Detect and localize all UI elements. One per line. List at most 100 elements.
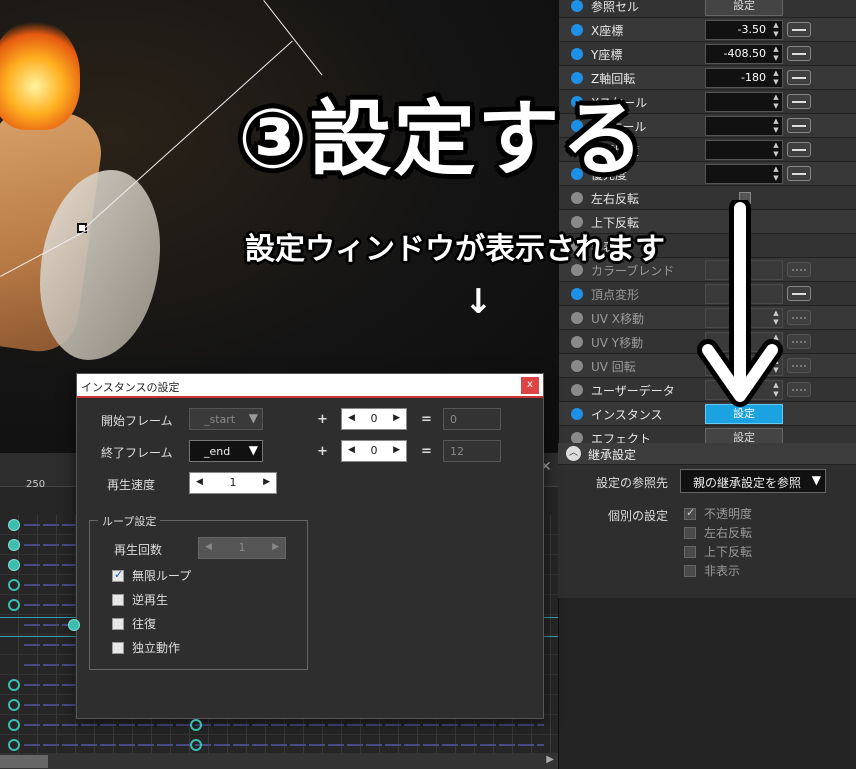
inherit-section-header[interactable]: ︿ 継承設定 [558,443,856,465]
guide-line [263,0,323,76]
keyframe-dot-icon[interactable] [571,360,583,372]
property-row[interactable]: Y座標 -408.50 ▲ ▼ [559,42,856,66]
end-frame-select[interactable]: _end ▼ [189,440,263,462]
spin-arrows-icon[interactable]: ▲ ▼ [771,93,781,111]
start-offset-stepper[interactable]: ◀ 0 ▶ [341,408,407,430]
dialog-titlebar[interactable]: インスタンスの設定 x [77,374,543,398]
start-frame-select-value: _start [204,413,236,426]
keyframe-icon[interactable] [8,559,20,571]
keyframe-icon[interactable] [190,719,202,731]
keyframe-icon[interactable] [8,599,20,611]
curve-button[interactable] [787,22,811,37]
keyframe-dot-icon[interactable] [571,384,583,396]
scrollbar-thumb[interactable] [0,755,48,768]
dropdown-triangle-icon: ▼ [248,443,258,457]
curve-button[interactable] [787,94,811,109]
curve-button[interactable] [787,286,811,301]
inherit-section-body: 設定の参照先 親の継承設定を参照 ▼ 個別の設定 不透明度左右反転上下反転非表示 [558,465,856,598]
curve-button[interactable] [787,382,811,397]
checkbox[interactable] [112,642,124,654]
checkbox[interactable] [112,568,124,582]
properties-empty-area [558,598,856,769]
increment-icon[interactable]: ▶ [393,445,400,455]
equals-sign: = [421,412,432,427]
start-frame-select[interactable]: _start ▼ [189,408,263,430]
annotation-subtitle: 設定ウィンドウが表示されます [245,232,665,267]
curve-button[interactable] [787,310,811,325]
keyframe-icon[interactable] [8,519,20,531]
keyframe-dot-icon[interactable] [571,408,583,420]
loop-option[interactable]: 無限ループ [112,567,191,584]
spin-arrows-icon[interactable]: ▲ ▼ [771,117,781,135]
down-arrow-icon: ↓ [464,282,493,322]
property-row[interactable]: X座標 -3.50 ▲ ▼ [559,18,856,42]
inherit-option-label: 左右反転 [704,526,753,540]
curve-button[interactable] [787,358,811,373]
keyframe-dot-icon[interactable] [571,24,583,36]
keyframe-dot-icon[interactable] [571,0,583,12]
start-result-field: 0 [443,408,501,430]
keyframe-icon[interactable] [68,619,80,631]
keyframe-icon[interactable] [8,699,20,711]
close-button[interactable]: x [521,377,539,394]
increment-icon[interactable]: ▶ [263,477,270,487]
property-label: UV X移動 [591,312,645,326]
keyframe-dot-icon[interactable] [571,48,583,60]
property-row[interactable]: 参照セル 設定 [559,0,856,18]
loop-option[interactable]: 逆再生 [112,591,168,608]
property-label: Y座標 [591,48,623,62]
big-down-arrow-icon [697,200,783,407]
inherit-option[interactable]: 非表示 [684,562,740,579]
inherit-option[interactable]: 左右反転 [684,524,752,541]
checkbox[interactable] [684,506,696,520]
spin-arrows-icon[interactable]: ▲ ▼ [771,165,781,183]
loop-settings-legend: ループ設定 [98,513,161,529]
frame-number: 250 [26,479,46,490]
annotation-title: ③設定する [238,92,646,187]
keyframe-icon[interactable] [8,739,20,751]
keyframe-dot-icon[interactable] [571,288,583,300]
keyframe-icon[interactable] [190,739,202,751]
keyframe-dot-icon[interactable] [571,192,583,204]
checkbox[interactable] [112,594,124,606]
property-set-button[interactable]: 設定 [705,0,783,16]
checkbox[interactable] [684,565,696,577]
loop-count-stepper[interactable]: ◀ 1 ▶ [198,537,286,559]
checkbox[interactable] [684,527,696,539]
loop-option[interactable]: 往復 [112,615,156,632]
spin-arrows-icon[interactable]: ▲ ▼ [771,45,781,63]
scroll-right-icon[interactable]: ▶ [546,754,554,765]
inherit-ref-select[interactable]: 親の継承設定を参照 ▼ [680,469,826,493]
timeline-track[interactable] [0,735,558,755]
curve-button[interactable] [787,334,811,349]
increment-icon[interactable]: ▶ [393,413,400,423]
curve-button[interactable] [787,142,811,157]
end-offset-stepper[interactable]: ◀ 0 ▶ [341,440,407,462]
keyframe-icon[interactable] [8,539,20,551]
keyframe-icon[interactable] [8,719,20,731]
curve-button[interactable] [787,46,811,61]
spin-arrows-icon[interactable]: ▲ ▼ [771,141,781,159]
keyframe-icon[interactable] [8,579,20,591]
dialog-title: インスタンスの設定 [81,381,180,394]
speed-stepper[interactable]: ◀ 1 ▶ [189,472,277,494]
chevron-up-icon[interactable]: ︿ [566,446,581,461]
timeline-scrollbar[interactable]: ▶ [0,753,558,769]
inherit-option[interactable]: 不透明度 [684,505,752,522]
curve-button[interactable] [787,166,811,181]
curve-button[interactable] [787,262,811,277]
spin-arrows-icon[interactable]: ▲ ▼ [771,69,781,87]
keyframe-icon[interactable] [8,679,20,691]
spin-arrows-icon[interactable]: ▲ ▼ [771,21,781,39]
increment-icon[interactable]: ▶ [272,542,279,552]
curve-button[interactable] [787,118,811,133]
keyframe-dot-icon[interactable] [571,336,583,348]
checkbox[interactable] [684,546,696,558]
inherit-option[interactable]: 上下反転 [684,543,752,560]
loop-option[interactable]: 独立動作 [112,639,180,656]
curve-button[interactable] [787,70,811,85]
keyframe-dot-icon[interactable] [571,312,583,324]
inherit-option-label: 上下反転 [704,545,753,559]
end-result-field: 12 [443,440,501,462]
checkbox[interactable] [112,618,124,630]
